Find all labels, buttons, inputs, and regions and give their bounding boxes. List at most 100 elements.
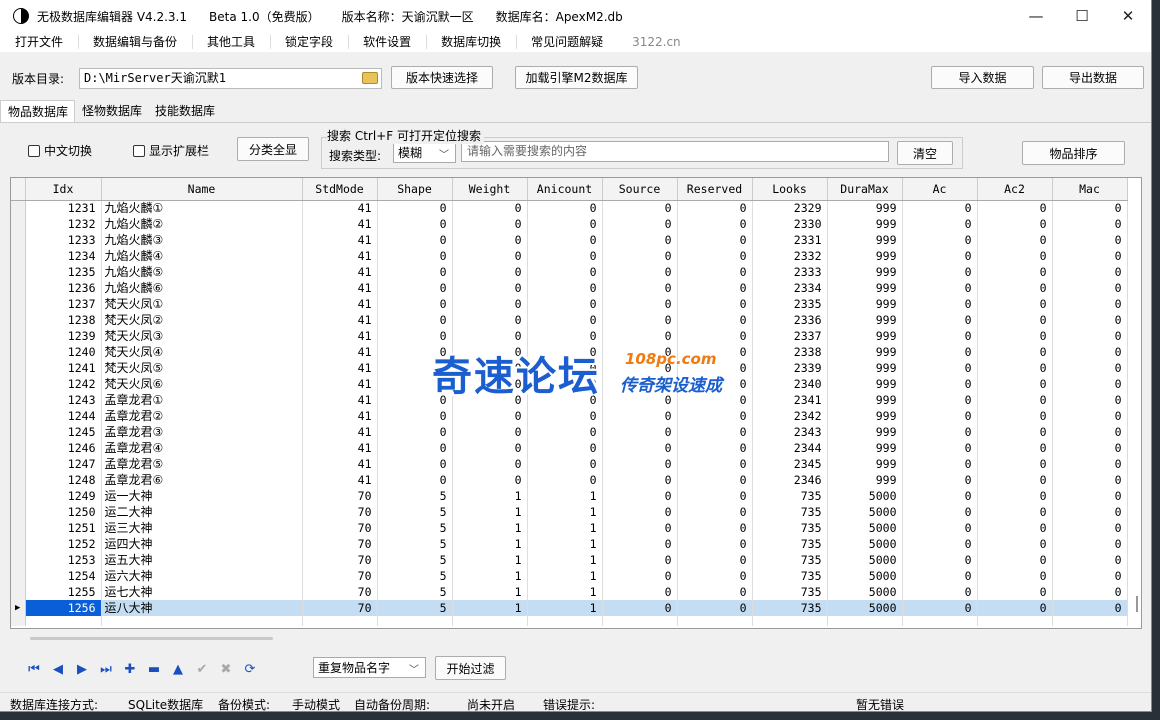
cell-source[interactable]: 0 [602, 472, 678, 488]
cell-duramax[interactable]: 5000 [827, 584, 903, 600]
cell-shape[interactable]: 0 [377, 216, 453, 232]
cell-anicount[interactable]: 0 [527, 472, 603, 488]
cell-source[interactable]: 0 [602, 488, 678, 504]
cell-mac[interactable]: 0 [1052, 216, 1128, 232]
cell-shape[interactable]: 0 [377, 264, 453, 280]
table-row[interactable]: 1246 孟章龙君④ 41 0 0 0 0 0 2344 999 0 0 0 [11, 440, 1128, 456]
cell-mac[interactable]: 0 [1052, 568, 1128, 584]
show-all-categories-button[interactable]: 分类全显 [237, 137, 309, 161]
cell-source[interactable]: 0 [602, 440, 678, 456]
cell-stdmode[interactable]: 70 [302, 520, 378, 536]
cell-duramax[interactable]: 5000 [827, 568, 903, 584]
cell-weight[interactable]: 1 [452, 536, 528, 552]
cell-source[interactable]: 0 [602, 200, 678, 216]
cell-shape[interactable]: 0 [377, 280, 453, 296]
cell-shape[interactable]: 0 [377, 408, 453, 424]
cell-reserved[interactable]: 0 [677, 424, 753, 440]
cell-stdmode[interactable]: 70 [302, 568, 378, 584]
cell-weight[interactable]: 0 [452, 408, 528, 424]
row-indicator[interactable] [11, 328, 26, 344]
cell-looks[interactable]: 2340 [752, 376, 828, 392]
row-indicator[interactable] [11, 424, 26, 440]
column-header-shape[interactable]: Shape [377, 178, 453, 201]
row-indicator[interactable] [11, 200, 26, 216]
cell-source[interactable]: 0 [602, 280, 678, 296]
cell-mac[interactable]: 0 [1052, 488, 1128, 504]
cell-ac[interactable]: 0 [902, 200, 978, 216]
cell-duramax[interactable]: 999 [827, 296, 903, 312]
cell-shape[interactable]: 0 [377, 344, 453, 360]
cell-reserved[interactable]: 0 [677, 584, 753, 600]
cell-duramax[interactable]: 5000 [827, 552, 903, 568]
cell-reserved[interactable]: 0 [677, 568, 753, 584]
column-header-ac[interactable]: Ac [902, 178, 978, 201]
cell-duramax[interactable]: 999 [827, 248, 903, 264]
cell-stdmode[interactable]: 41 [302, 424, 378, 440]
cell-name[interactable]: 梵天火凤④ [101, 344, 303, 360]
cell-anicount[interactable]: 0 [527, 232, 603, 248]
cell-idx[interactable]: 1242 [25, 376, 102, 392]
cell-duramax[interactable]: 999 [827, 408, 903, 424]
row-indicator[interactable] [11, 248, 26, 264]
row-indicator[interactable] [11, 536, 26, 552]
row-indicator[interactable] [11, 472, 26, 488]
cell-source[interactable]: 0 [602, 296, 678, 312]
cell-stdmode[interactable]: 41 [302, 360, 378, 376]
cell-anicount[interactable]: 0 [527, 248, 603, 264]
column-header-mac[interactable]: Mac [1052, 178, 1128, 201]
cell-ac2[interactable]: 0 [977, 360, 1053, 376]
cell-anicount[interactable]: 0 [527, 264, 603, 280]
cell-ac[interactable]: 0 [902, 552, 978, 568]
tab-items[interactable]: 物品数据库 [0, 100, 76, 123]
cell-ac[interactable]: 0 [902, 376, 978, 392]
cell-stdmode[interactable]: 70 [302, 552, 378, 568]
cell-weight[interactable]: 0 [452, 376, 528, 392]
cell-weight[interactable]: 0 [452, 216, 528, 232]
cell-mac[interactable]: 0 [1052, 280, 1128, 296]
column-header-reserved[interactable]: Reserved [677, 178, 753, 201]
cell-shape[interactable]: 0 [377, 376, 453, 392]
cell-shape[interactable]: 5 [377, 568, 453, 584]
cell-stdmode[interactable]: 41 [302, 376, 378, 392]
cell-duramax[interactable]: 999 [827, 344, 903, 360]
cell-mac[interactable]: 0 [1052, 232, 1128, 248]
cell-looks[interactable]: 2332 [752, 248, 828, 264]
cell-looks[interactable]: 2336 [752, 312, 828, 328]
cell-ac[interactable]: 0 [902, 248, 978, 264]
close-button[interactable]: ✕ [1105, 0, 1151, 32]
cell-idx[interactable]: 1250 [25, 504, 102, 520]
row-indicator[interactable] [11, 264, 26, 280]
cell-reserved[interactable]: 0 [677, 376, 753, 392]
cell-looks[interactable]: 2338 [752, 344, 828, 360]
cell-duramax[interactable]: 999 [827, 472, 903, 488]
cell-idx[interactable]: 1231 [25, 200, 102, 216]
cell-weight[interactable]: 1 [452, 552, 528, 568]
menu-db-switch[interactable]: 数据库切换 [427, 35, 518, 49]
items-grid[interactable]: Idx Name StdMode Shape Weight Anicount Source R… [10, 177, 1142, 629]
cell-shape[interactable]: 5 [377, 552, 453, 568]
cell-shape[interactable]: 5 [377, 520, 453, 536]
cell-mac[interactable]: 0 [1052, 520, 1128, 536]
cell-idx[interactable]: 1252 [25, 536, 102, 552]
cell-duramax[interactable]: 999 [827, 200, 903, 216]
row-indicator[interactable] [11, 280, 26, 296]
cell-mac[interactable]: 0 [1052, 328, 1128, 344]
cell-idx[interactable]: 1246 [25, 440, 102, 456]
cell-reserved[interactable]: 0 [677, 360, 753, 376]
cell-reserved[interactable]: 0 [677, 344, 753, 360]
cell-stdmode[interactable]: 41 [302, 408, 378, 424]
cell-anicount[interactable]: 1 [527, 552, 603, 568]
cell-name[interactable]: 运五大神 [101, 552, 303, 568]
cell-mac[interactable]: 0 [1052, 392, 1128, 408]
cell-duramax[interactable]: 999 [827, 440, 903, 456]
cell-name[interactable]: 九焰火麟④ [101, 248, 303, 264]
cell-looks[interactable]: 735 [752, 568, 828, 584]
cell-source[interactable]: 0 [602, 600, 678, 616]
cell-shape[interactable]: 5 [377, 504, 453, 520]
cell-ac2[interactable]: 0 [977, 536, 1053, 552]
cell-anicount[interactable]: 1 [527, 536, 603, 552]
cell-stdmode[interactable]: 41 [302, 200, 378, 216]
cell-ac2[interactable]: 0 [977, 328, 1053, 344]
cell-name[interactable]: 九焰火麟⑤ [101, 264, 303, 280]
cell-name[interactable]: 九焰火麟① [101, 200, 303, 216]
